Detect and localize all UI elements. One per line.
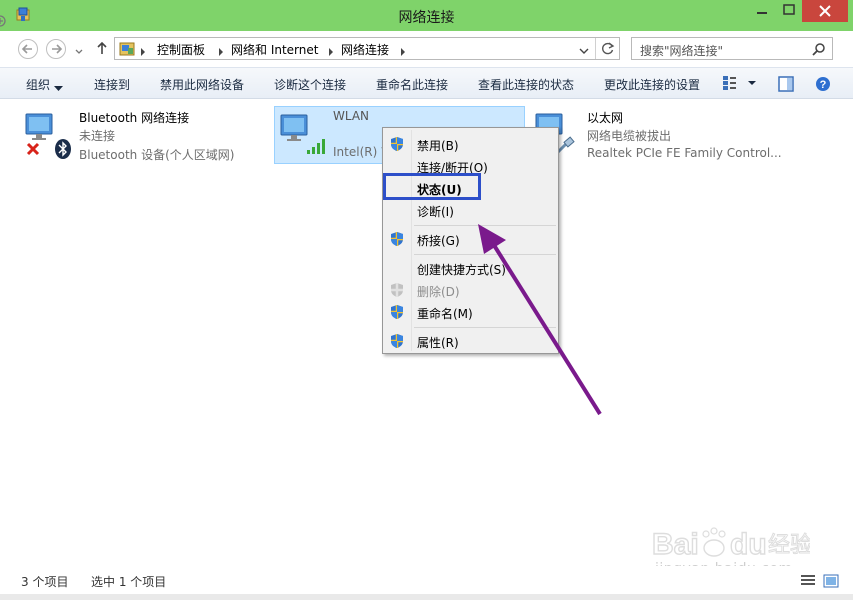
rename-button[interactable]: 重命名此连接 [376,76,448,93]
organize-dropdown-icon[interactable] [54,81,63,95]
menu-gutter [411,130,412,351]
diagnose-button[interactable]: 诊断这个连接 [274,76,346,93]
annotation-arrow-icon [478,224,602,416]
large-icons-view-button[interactable] [823,574,839,591]
breadcrumb-network-internet[interactable]: 网络和 Internet [231,41,318,58]
menu-item-delete: 删除(D) [417,285,460,299]
breadcrumb-network-connections[interactable]: 网络连接 [341,41,389,58]
recent-locations-dropdown[interactable] [74,45,84,59]
chevron-down-icon [579,48,589,54]
help-icon: ? [816,77,830,91]
connection-item-bluetooth[interactable]: Bluetooth 网络连接 未连接 Bluetooth 设备(个人区域网) [20,106,250,164]
svg-text:Bai: Bai [652,528,699,561]
view-options-icon [723,76,756,90]
status-highlight-annotation [383,173,481,200]
unplugged-cable-icon [556,136,578,157]
bluetooth-icon [54,138,72,163]
close-button[interactable] [802,0,848,22]
breadcrumb-separator-icon[interactable] [218,45,224,59]
view-status-button[interactable]: 查看此连接的状态 [478,76,574,93]
red-x-icon [26,142,40,159]
back-button[interactable] [18,39,38,59]
maximize-button[interactable] [776,0,802,22]
search-icon[interactable] [812,42,826,59]
uac-shield-icon [389,333,405,352]
organize-menu[interactable]: 组织 [26,76,50,93]
menu-item-bridge[interactable]: 桥接(G) [417,232,460,249]
connection-status: 网络电缆被拔出 [587,129,672,143]
uac-shield-icon [389,231,405,250]
preview-pane-button[interactable] [778,76,794,95]
details-view-button[interactable] [800,574,816,591]
address-row: 控制面板 网络和 Internet 网络连接 搜索"网络连接" [0,31,853,65]
svg-text:?: ? [820,79,827,91]
address-history-dropdown[interactable] [579,44,589,58]
breadcrumb-separator-icon[interactable] [140,45,146,59]
connection-status: 未连接 [79,129,116,143]
forward-arrow-icon [52,44,63,54]
address-bar[interactable]: 控制面板 网络和 Internet 网络连接 [114,37,620,60]
connection-name: Bluetooth 网络连接 [79,111,190,125]
window-title: 网络连接 [398,10,455,26]
details-view-icon [801,575,815,585]
back-arrow-icon [21,44,32,54]
menu-item-properties[interactable]: 属性(R) [417,334,459,351]
preview-pane-icon [778,76,794,92]
selected-count: 选中 1 个项目 [91,575,167,589]
refresh-button[interactable] [595,38,619,59]
change-settings-button[interactable]: 更改此连接的设置 [604,76,700,93]
window-bottom-edge [0,594,853,600]
minimize-button[interactable] [748,0,776,22]
refresh-icon [602,42,615,55]
up-button[interactable] [96,41,108,58]
help-button[interactable]: ? [815,76,831,95]
connect-to-button[interactable]: 连接到 [94,76,130,93]
svg-text:du: du [730,528,767,561]
uac-shield-icon [389,136,405,155]
breadcrumb-control-panel[interactable]: 控制面板 [157,41,205,58]
connection-name: 以太网 [587,111,624,125]
uac-shield-icon [389,282,405,301]
forward-button[interactable] [46,39,66,59]
status-bar: 3 个项目 选中 1 个项目 [0,566,853,594]
up-arrow-icon [97,41,107,54]
connection-name: WLAN [333,109,370,123]
connection-item-ethernet[interactable]: 以太网 网络电缆被拔出 Realtek PCIe FE Family Contr… [532,106,782,164]
menu-item-disable[interactable]: 禁用(B) [417,137,459,154]
connection-device: Bluetooth 设备(个人区域网) [79,148,235,162]
search-input[interactable]: 搜索"网络连接" [631,37,833,60]
svg-text:经验: 经验 [768,533,810,558]
breadcrumb-separator-icon[interactable] [328,45,334,59]
chevron-down-icon [75,49,83,54]
wifi-signal-icon [306,137,328,158]
breadcrumb-separator-icon[interactable] [400,45,406,59]
menu-item-rename[interactable]: 重命名(M) [417,305,473,322]
command-bar: 组织 连接到 禁用此网络设备 诊断这个连接 重命名此连接 查看此连接的状态 更改… [0,67,853,99]
change-view-button[interactable] [722,75,760,94]
disable-device-button[interactable]: 禁用此网络设备 [160,76,244,93]
search-placeholder: 搜索"网络连接" [640,44,724,58]
connection-device: Realtek PCIe FE Family Control... [587,146,782,160]
uac-shield-icon [389,304,405,323]
large-icons-view-icon [823,574,839,588]
control-panel-icon [119,41,135,60]
title-bar[interactable]: 网络连接 [0,0,853,31]
menu-item-diagnose[interactable]: 诊断(I) [417,203,454,220]
item-count: 3 个项目 [21,575,69,589]
